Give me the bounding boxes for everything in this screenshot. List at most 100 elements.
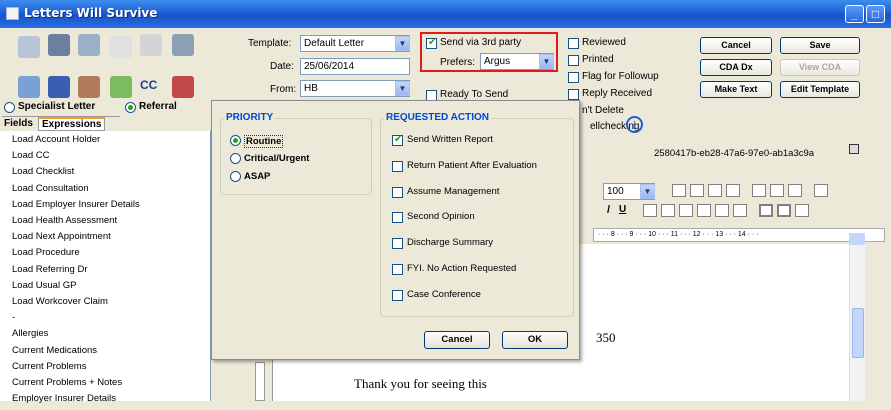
list-item[interactable]: Load Workcover Claim: [12, 296, 108, 313]
envelope-icon[interactable]: [110, 36, 132, 58]
dialog-cancel-button[interactable]: Cancel: [424, 331, 490, 349]
table-icon[interactable]: [643, 204, 657, 217]
action-checkbox[interactable]: [392, 264, 403, 275]
line-spacing-icon[interactable]: [752, 184, 766, 197]
table-icon[interactable]: [795, 204, 809, 217]
person-icon[interactable]: [78, 76, 100, 98]
scroll-up-icon[interactable]: [849, 233, 865, 245]
table-icon[interactable]: [661, 204, 675, 217]
date-field[interactable]: 25/06/2014: [300, 58, 410, 75]
indent-icon[interactable]: [770, 184, 784, 197]
pen-icon[interactable]: [140, 34, 162, 56]
list-item[interactable]: Current Medications: [12, 345, 97, 362]
justify-icon[interactable]: [726, 184, 740, 197]
reply-received-checkbox[interactable]: [568, 89, 579, 100]
list-item[interactable]: Current Problems + Notes: [12, 377, 122, 394]
list-item[interactable]: Load Employer Insurer Details: [12, 199, 140, 216]
date-value: 25/06/2014: [304, 61, 355, 72]
stapler-icon[interactable]: [172, 34, 194, 56]
action-checkbox[interactable]: [392, 289, 403, 301]
edit-template-button[interactable]: Edit Template: [780, 81, 860, 98]
specialist-letter-radio[interactable]: [4, 102, 15, 113]
contacts-icon[interactable]: [18, 36, 40, 58]
priority-label: Critical/Urgent: [244, 153, 310, 164]
list-item[interactable]: Load Procedure: [12, 247, 80, 264]
template-label: Template:: [248, 38, 292, 49]
list-item[interactable]: Load CC: [12, 150, 50, 167]
cda-dx-button[interactable]: CDA Dx: [700, 59, 772, 76]
list-item[interactable]: Current Problems: [12, 361, 86, 378]
list-item[interactable]: Employer Insurer Details: [12, 393, 116, 410]
prefers-value: Argus: [484, 56, 511, 67]
table-icon[interactable]: [733, 204, 747, 217]
list-item[interactable]: Load Referring Dr: [12, 264, 88, 281]
save-button[interactable]: Save: [780, 37, 860, 54]
restore-icon[interactable]: [849, 144, 859, 154]
expand-icon[interactable]: [18, 76, 40, 98]
action-checkbox[interactable]: [392, 186, 403, 198]
chevron-down-icon[interactable]: ▼: [395, 81, 410, 96]
list-item[interactable]: -: [12, 312, 15, 329]
priority-radio[interactable]: [230, 171, 241, 182]
italic-icon[interactable]: /: [607, 204, 610, 216]
cc-icon[interactable]: CC: [140, 78, 157, 92]
chevron-down-icon[interactable]: ▼: [539, 54, 554, 69]
align-center-icon[interactable]: [690, 184, 704, 197]
dialog-ok-button[interactable]: OK: [502, 331, 568, 349]
flag-followup-checkbox[interactable]: [568, 72, 579, 83]
expressions-list: Load Account Holder Load CC Load Checklist…: [0, 131, 211, 404]
send-3rd-party-checkbox[interactable]: [426, 37, 437, 49]
reviewed-label: Reviewed: [582, 37, 626, 48]
list-item[interactable]: Allergies: [12, 328, 48, 345]
user-icon[interactable]: [78, 34, 100, 56]
table-icon[interactable]: [715, 204, 729, 217]
priority-radio[interactable]: [230, 135, 241, 146]
table-icon[interactable]: [759, 204, 773, 217]
list-item[interactable]: Load Health Assessment: [12, 215, 117, 232]
table-icon[interactable]: [777, 204, 791, 217]
action-checkbox[interactable]: [392, 212, 403, 224]
referral-radio[interactable]: [125, 102, 136, 113]
align-left-icon[interactable]: [672, 184, 686, 197]
minimize-button[interactable]: _: [845, 5, 864, 23]
reviewed-checkbox[interactable]: [568, 38, 579, 49]
list-item[interactable]: Load Checklist: [12, 166, 74, 183]
list-item[interactable]: Load Usual GP: [12, 280, 76, 297]
action-checkbox[interactable]: [392, 134, 403, 146]
action-label: Second Opinion: [407, 211, 475, 223]
priority-options: Routine Critical/Urgent ASAP: [230, 135, 370, 195]
editor-scrollbar[interactable]: [849, 240, 865, 401]
from-select[interactable]: HB: [300, 80, 410, 97]
info-icon[interactable]: i: [626, 116, 643, 133]
action-label: Send Written Report: [407, 134, 493, 145]
template-select[interactable]: Default Letter: [300, 35, 410, 52]
view-cda-button[interactable]: View CDA: [780, 59, 860, 76]
chevron-down-icon[interactable]: ▼: [640, 184, 655, 199]
table-icon[interactable]: [697, 204, 711, 217]
tab-fields[interactable]: Fields: [4, 118, 33, 129]
list-item[interactable]: Load Next Appointment: [12, 231, 111, 248]
chevron-down-icon[interactable]: ▼: [395, 36, 410, 51]
table-icon[interactable]: [679, 204, 693, 217]
send-3rd-party-label: Send via 3rd party: [440, 37, 522, 48]
image-icon[interactable]: [110, 76, 132, 98]
word-icon[interactable]: [48, 76, 70, 98]
bullets-icon[interactable]: [814, 184, 828, 197]
cancel-button[interactable]: Cancel: [700, 37, 772, 54]
priority-radio[interactable]: [230, 153, 241, 164]
people-icon[interactable]: [48, 34, 70, 56]
scrollbar-thumb[interactable]: [852, 308, 864, 358]
outdent-icon[interactable]: [788, 184, 802, 197]
underline-icon[interactable]: U: [619, 204, 626, 215]
action-label: Discharge Summary: [407, 237, 494, 249]
make-text-button[interactable]: Make Text: [700, 81, 772, 98]
align-right-icon[interactable]: [708, 184, 722, 197]
tab-expressions[interactable]: Expressions: [38, 117, 106, 131]
printed-checkbox[interactable]: [568, 55, 579, 66]
save-disk-icon[interactable]: [172, 76, 194, 98]
action-checkbox[interactable]: [392, 160, 403, 172]
list-item[interactable]: Load Consultation: [12, 183, 89, 200]
action-checkbox[interactable]: [392, 238, 403, 250]
maximize-button[interactable]: □: [866, 5, 885, 23]
list-item[interactable]: Load Account Holder: [12, 134, 100, 151]
